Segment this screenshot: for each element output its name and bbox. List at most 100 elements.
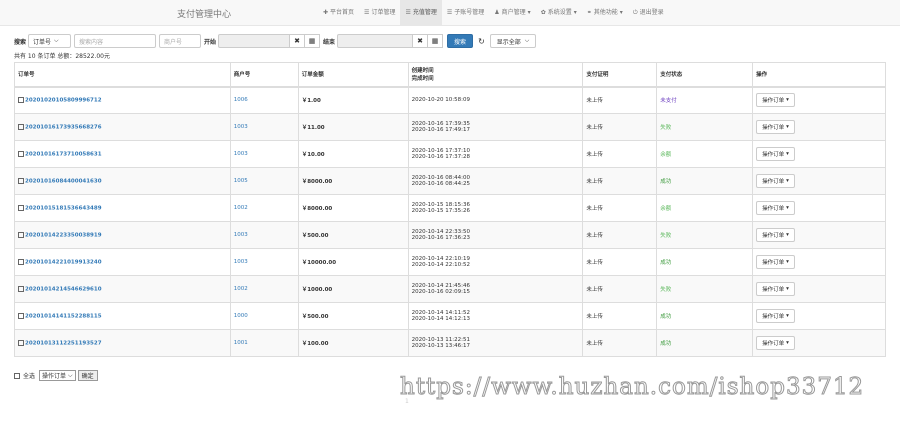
- menu-item-3[interactable]: ☰ 子账号管理: [442, 0, 489, 26]
- caret-down-icon: ▾: [786, 313, 789, 319]
- status-cell: 失败: [656, 221, 754, 249]
- caret-down-icon: ▾: [786, 232, 789, 238]
- operate-order-button[interactable]: 操作订单 ▾: [756, 255, 795, 269]
- row-checkbox[interactable]: [18, 204, 24, 211]
- row-checkbox[interactable]: [18, 312, 24, 319]
- order-link[interactable]: 20201015181536643489: [25, 205, 102, 211]
- table-row: 20201013112251193527 1001 ￥100.00 2020-10-1…: [14, 329, 886, 357]
- operate-order-button[interactable]: 操作订单 ▾: [756, 228, 795, 242]
- clear-start-button[interactable]: ✖: [290, 34, 306, 48]
- order-cell: 20201015181536643489: [14, 194, 231, 222]
- time-cell: 2020-10-16 17:39:35 2020-10-16 17:49:17: [407, 113, 584, 141]
- row-checkbox[interactable]: [18, 97, 24, 103]
- search-type-select[interactable]: 订单号 ⌵: [28, 34, 72, 48]
- amount-cell: ￥10.00: [297, 140, 409, 168]
- order-link[interactable]: 20201016173710058631: [25, 151, 102, 157]
- amount-cell: ￥10000.00: [297, 248, 409, 276]
- op-cell: 操作订单 ▾: [752, 221, 886, 249]
- end-date-input[interactable]: [337, 34, 414, 48]
- completed-time: 2020-10-13 13:46:17: [411, 343, 471, 349]
- amount-cell: ￥100.00: [297, 329, 409, 357]
- col-order-no[interactable]: 订单号: [14, 62, 231, 88]
- merchant-input[interactable]: 商户号: [159, 34, 202, 48]
- row-checkbox[interactable]: [18, 150, 24, 157]
- merchant-link[interactable]: 1002: [234, 286, 248, 292]
- menu-item-6[interactable]: ⚭ 其他功能 ▾: [582, 0, 628, 26]
- operate-order-button[interactable]: 操作订单 ▾: [756, 120, 795, 134]
- order-link[interactable]: 20201016173935668276: [25, 124, 102, 130]
- row-checkbox[interactable]: [18, 231, 24, 238]
- status-badge: 失败: [660, 125, 672, 131]
- menu-item-5[interactable]: ✿ 系统设置 ▾: [536, 0, 582, 26]
- merchant-cell: 1001: [229, 329, 299, 357]
- menu-item-label: 平台首页: [330, 9, 355, 16]
- merchant-link[interactable]: 1003: [234, 259, 248, 265]
- order-link[interactable]: 20201020105809996712: [25, 98, 102, 104]
- list-icon: ☰: [405, 9, 411, 16]
- clear-end-button[interactable]: ✖: [413, 34, 429, 48]
- operate-order-button[interactable]: 操作订单 ▾: [756, 282, 795, 296]
- order-link[interactable]: 20201016084400041630: [25, 178, 102, 184]
- operate-order-button[interactable]: 操作订单 ▾: [756, 309, 795, 323]
- brand-title[interactable]: 支付管理中心: [177, 7, 231, 20]
- operate-order-button[interactable]: 操作订单 ▾: [756, 336, 795, 350]
- row-checkbox[interactable]: [18, 123, 24, 130]
- row-checkbox[interactable]: [18, 285, 24, 292]
- operate-order-button[interactable]: 操作订单 ▾: [756, 147, 795, 161]
- order-link[interactable]: 20201014141152288115: [25, 313, 102, 319]
- select-all-checkbox[interactable]: [14, 372, 20, 379]
- row-checkbox[interactable]: [18, 258, 24, 265]
- time-cell: 2020-10-20 10:58:09: [407, 86, 584, 114]
- start-date-input[interactable]: [218, 34, 291, 48]
- menu-item-2[interactable]: ☰ 充值管理: [400, 0, 442, 26]
- menu-item-7[interactable]: ⏻ 退出登录: [628, 0, 669, 26]
- bulk-action-select[interactable]: 操作订单 ⌵: [39, 370, 76, 381]
- time-cell: 2020-10-13 11:22:51 2020-10-13 13:46:17: [407, 329, 584, 357]
- time-cell: 2020-10-15 18:15:36 2020-10-15 17:35:26: [407, 194, 584, 222]
- caret-down-icon: ▾: [527, 9, 531, 16]
- merchant-link[interactable]: 1000: [234, 313, 248, 319]
- refresh-icon[interactable]: ↻: [478, 37, 485, 46]
- end-calendar-button[interactable]: ▦: [428, 34, 444, 48]
- keyword-input[interactable]: 搜索内容: [74, 34, 157, 48]
- start-calendar-button[interactable]: ▦: [305, 34, 321, 48]
- completed-time: 2020-10-15 17:35:26: [411, 208, 471, 214]
- caret-down-icon: ▾: [786, 124, 789, 130]
- col-time[interactable]: 创建时间 完成时间: [407, 62, 584, 88]
- merchant-link[interactable]: 1003: [234, 124, 248, 130]
- status-cell: 成功: [656, 167, 754, 195]
- merchant-link[interactable]: 1003: [234, 151, 248, 157]
- merchant-link[interactable]: 1001: [234, 340, 248, 346]
- merchant-link[interactable]: 1002: [234, 205, 248, 211]
- col-notify[interactable]: 支付证明: [582, 62, 658, 88]
- confirm-button[interactable]: 确定: [77, 370, 98, 381]
- search-button[interactable]: 搜索: [447, 34, 474, 48]
- order-link[interactable]: 20201014214546629610: [25, 286, 102, 292]
- menu-item-1[interactable]: ☰ 订单管理: [359, 0, 400, 26]
- op-label: 操作订单: [762, 98, 785, 105]
- operate-order-button[interactable]: 操作订单 ▾: [756, 93, 795, 108]
- operate-order-button[interactable]: 操作订单 ▾: [756, 201, 795, 215]
- operate-order-button[interactable]: 操作订单 ▾: [756, 174, 795, 188]
- op-cell: 操作订单 ▾: [752, 302, 886, 330]
- order-link[interactable]: 20201013112251193527: [25, 340, 102, 346]
- show-select[interactable]: 显示全部 ⌵: [489, 34, 537, 48]
- order-link[interactable]: 20201014221019913240: [25, 259, 102, 265]
- menu-item-4[interactable]: ♟ 商户管理 ▾: [489, 0, 535, 26]
- col-status[interactable]: 支付状态: [656, 62, 754, 88]
- order-cell: 20201016084400041630: [14, 167, 231, 195]
- col-merchant[interactable]: 商户号: [229, 62, 299, 88]
- merchant-link[interactable]: 1003: [234, 232, 248, 238]
- order-link[interactable]: 20201014223350038919: [25, 232, 102, 238]
- row-checkbox[interactable]: [18, 177, 24, 184]
- main-menu: ✚ 平台首页 ☰ 订单管理 ☰ 充值管理 ☰ 子账号管理 ♟ 商户管理 ▾ ✿ 系统设置 ▾ ⚭ 其他功能 ▾ ⏻…: [318, 0, 669, 26]
- table-row: 20201015181536643489 1002 ￥8000.00 2020-10-…: [14, 194, 886, 222]
- row-checkbox[interactable]: [18, 339, 24, 346]
- amount-cell: ￥1.00: [297, 86, 409, 114]
- menu-item-0[interactable]: ✚ 平台首页: [318, 0, 359, 26]
- merchant-link[interactable]: 1005: [234, 178, 248, 184]
- merchant-link[interactable]: 1006: [234, 97, 248, 103]
- status-cell: 未支付: [656, 86, 754, 114]
- chevron-down-icon: ⌵: [524, 37, 530, 44]
- col-amount[interactable]: 订单金额: [297, 62, 409, 88]
